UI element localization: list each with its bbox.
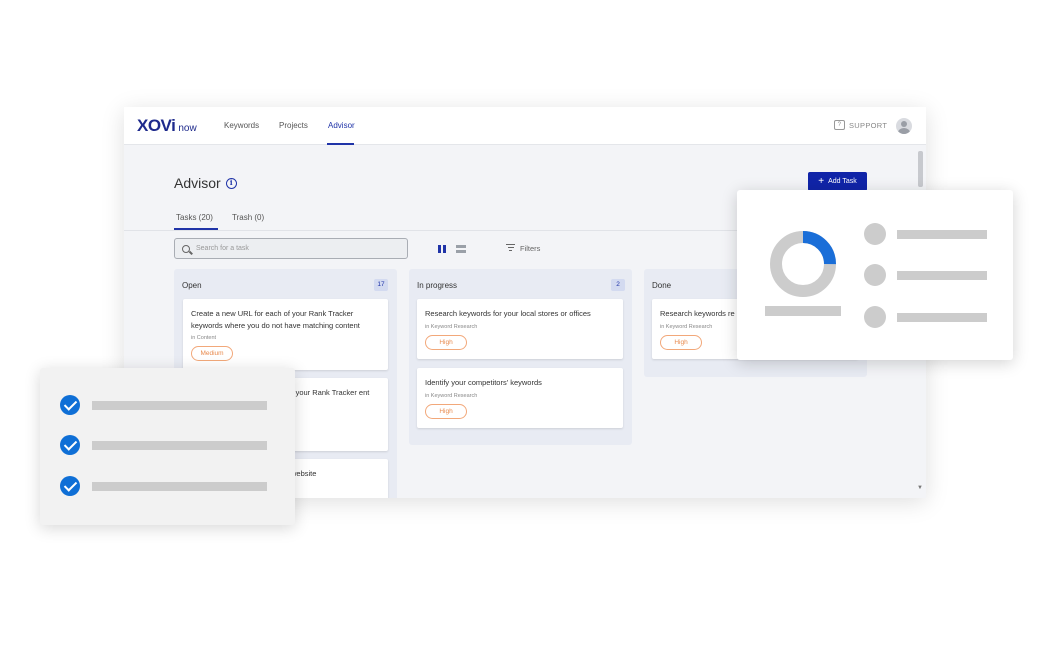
support-label: SUPPORT [849, 120, 888, 130]
task-title: r your Rank Tracker ent [291, 388, 370, 397]
task-title: website [291, 469, 317, 478]
top-navigation: XOVi now Keywords Projects Advisor ? SUP… [124, 107, 926, 145]
checkmark-icon [60, 435, 80, 455]
column-in-progress: In progress 2 Research keywords for your… [409, 269, 632, 445]
task-card[interactable]: Research keywords for your local stores … [417, 299, 623, 359]
column-title: Open [182, 281, 202, 290]
nav-projects[interactable]: Projects [279, 121, 308, 130]
add-task-button[interactable]: + Add Task [808, 172, 867, 191]
filters-button[interactable]: Filters [506, 244, 540, 253]
placeholder-caption [765, 306, 841, 316]
stats-overlay-panel [737, 190, 1013, 360]
scroll-down-icon[interactable]: ▼ [917, 485, 923, 491]
priority-badge: Medium [191, 346, 233, 361]
task-card[interactable]: Identify your competitors' keywords in K… [417, 368, 623, 428]
column-count: 2 [611, 279, 625, 291]
task-card[interactable]: Create a new URL for each of your Rank T… [183, 299, 388, 370]
search-input[interactable]: Search for a task [174, 238, 408, 259]
task-category: in Keyword Research [425, 324, 478, 330]
priority-badge: High [425, 335, 467, 350]
search-icon [182, 244, 190, 253]
page-title-text: Advisor [174, 175, 221, 191]
plus-icon: + [818, 176, 825, 187]
task-title: Research keywords for your local stores … [425, 309, 591, 318]
page-title: Advisor i [174, 175, 237, 191]
column-title: In progress [417, 281, 458, 290]
placeholder-line [92, 401, 267, 410]
placeholder-line [897, 230, 987, 239]
task-category: in Keyword Research [660, 324, 713, 330]
info-icon[interactable]: i [225, 177, 237, 189]
placeholder-line [897, 271, 987, 280]
placeholder-dot [864, 264, 886, 286]
tab-tasks[interactable]: Tasks (20) [176, 213, 213, 222]
column-count: 17 [374, 279, 388, 291]
placeholder-line [92, 482, 267, 491]
user-avatar-icon[interactable] [896, 118, 912, 134]
checkmark-icon [60, 395, 80, 415]
column-title: Done [652, 281, 672, 290]
search-placeholder: Search for a task [196, 245, 249, 252]
nav-active-indicator [327, 143, 354, 145]
kanban-view-icon[interactable] [438, 245, 446, 253]
task-category: in Content [191, 335, 217, 341]
list-view-icon[interactable] [456, 245, 466, 253]
task-title: Create a new URL for each of your Rank T… [191, 309, 360, 330]
donut-chart [770, 231, 836, 297]
task-category: in Keyword Research [425, 393, 478, 399]
add-task-label: Add Task [828, 178, 857, 185]
logo-sub-text: now [178, 123, 197, 134]
placeholder-dot [864, 223, 886, 245]
filters-label: Filters [520, 244, 541, 253]
nav-advisor[interactable]: Advisor [328, 121, 355, 130]
checkmark-icon [60, 476, 80, 496]
support-link[interactable]: ? SUPPORT [834, 120, 887, 130]
nav-keywords[interactable]: Keywords [224, 121, 259, 130]
tab-trash[interactable]: Trash (0) [232, 213, 264, 222]
checklist-overlay-panel [40, 368, 295, 525]
logo[interactable]: XOVi now [137, 116, 197, 136]
placeholder-line [92, 441, 267, 450]
help-chat-icon: ? [834, 120, 845, 130]
placeholder-dot [864, 306, 886, 328]
logo-main-text: XOVi [137, 116, 176, 135]
task-title: Identify your competitors' keywords [425, 378, 542, 387]
priority-badge: High [660, 335, 702, 350]
placeholder-line [897, 313, 987, 322]
scrollbar-thumb[interactable] [918, 151, 923, 187]
priority-badge: High [425, 404, 467, 419]
filter-icon [506, 244, 515, 253]
